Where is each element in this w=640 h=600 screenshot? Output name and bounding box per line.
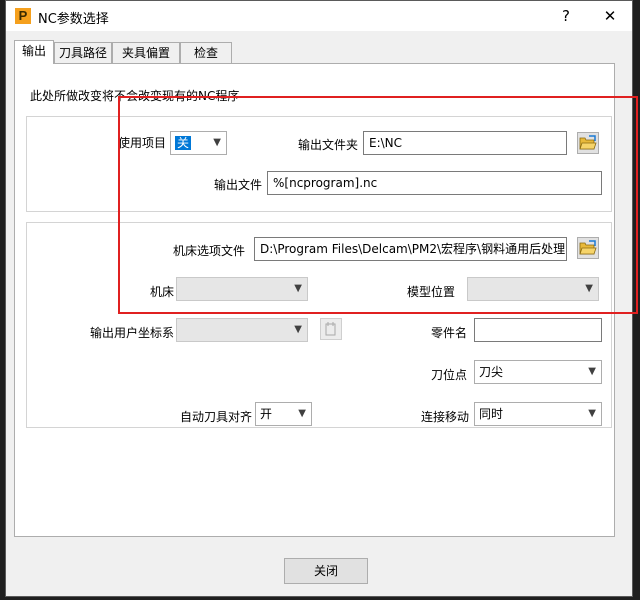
- output-user-cs-select[interactable]: ▼: [176, 318, 308, 342]
- tab-toolpath[interactable]: 刀具路径: [54, 42, 112, 63]
- model-position-select[interactable]: ▼: [467, 277, 599, 301]
- coordinate-system-icon: [325, 322, 336, 336]
- output-folder-input[interactable]: E:\NC: [363, 131, 567, 155]
- output-folder-label: 输出文件夹: [298, 138, 359, 152]
- close-button[interactable]: 关闭: [284, 558, 368, 584]
- chevron-down-icon: ▼: [213, 137, 221, 148]
- chevron-down-icon: ▼: [588, 408, 596, 419]
- title-bar: P NC参数选择 ? ✕: [6, 1, 632, 31]
- user-cs-picker-button[interactable]: [320, 318, 342, 340]
- use-item-select[interactable]: 关 ▼: [170, 131, 227, 155]
- chevron-down-icon: ▼: [298, 408, 306, 419]
- browse-option-file-button[interactable]: [577, 237, 599, 259]
- tab-check[interactable]: 检查: [180, 42, 232, 63]
- output-file-input[interactable]: %[ncprogram].nc: [267, 171, 602, 195]
- chevron-down-icon: ▼: [294, 283, 302, 294]
- chevron-down-icon: ▼: [585, 283, 593, 294]
- tab-output[interactable]: 输出: [14, 40, 54, 64]
- tool-point-value: 刀尖: [479, 365, 504, 379]
- tool-point-select[interactable]: 刀尖 ▼: [474, 360, 602, 384]
- auto-tool-align-value: 开: [260, 407, 273, 421]
- connection-move-value: 同时: [479, 407, 504, 421]
- folder-open-icon: [579, 135, 597, 150]
- model-position-label: 模型位置: [407, 285, 456, 299]
- chevron-down-icon: ▼: [588, 366, 596, 377]
- machine-option-file-input[interactable]: D:\Program Files\Delcam\PM2\宏程序\钢料通用后处理: [254, 237, 567, 261]
- output-file-label: 输出文件: [214, 178, 263, 192]
- connection-move-label: 连接移动: [421, 410, 470, 424]
- output-user-cs-label: 输出用户坐标系: [90, 326, 175, 340]
- tool-point-label: 刀位点: [431, 368, 468, 382]
- help-button[interactable]: ?: [552, 5, 580, 27]
- folder-open-icon: [579, 240, 597, 255]
- connection-move-select[interactable]: 同时 ▼: [474, 402, 602, 426]
- close-window-button[interactable]: ✕: [596, 5, 624, 27]
- machine-label: 机床: [150, 285, 175, 299]
- use-item-value: 关: [175, 136, 192, 150]
- part-name-label: 零件名: [431, 326, 468, 340]
- info-note: 此处所做改变将不会改变现有的NC程序: [30, 89, 240, 103]
- browse-folder-button[interactable]: [577, 132, 599, 154]
- window-title: NC参数选择: [38, 12, 109, 27]
- machine-option-file-label: 机床选项文件: [173, 244, 246, 258]
- auto-tool-align-label: 自动刀具对齐: [180, 410, 253, 424]
- auto-tool-align-select[interactable]: 开 ▼: [255, 402, 312, 426]
- chevron-down-icon: ▼: [294, 324, 302, 335]
- app-icon: P: [15, 8, 31, 24]
- use-item-label: 使用项目: [118, 136, 167, 150]
- part-name-input[interactable]: [474, 318, 602, 342]
- tab-fixture-offset[interactable]: 夹具偏置: [112, 42, 180, 63]
- machine-select[interactable]: ▼: [176, 277, 308, 301]
